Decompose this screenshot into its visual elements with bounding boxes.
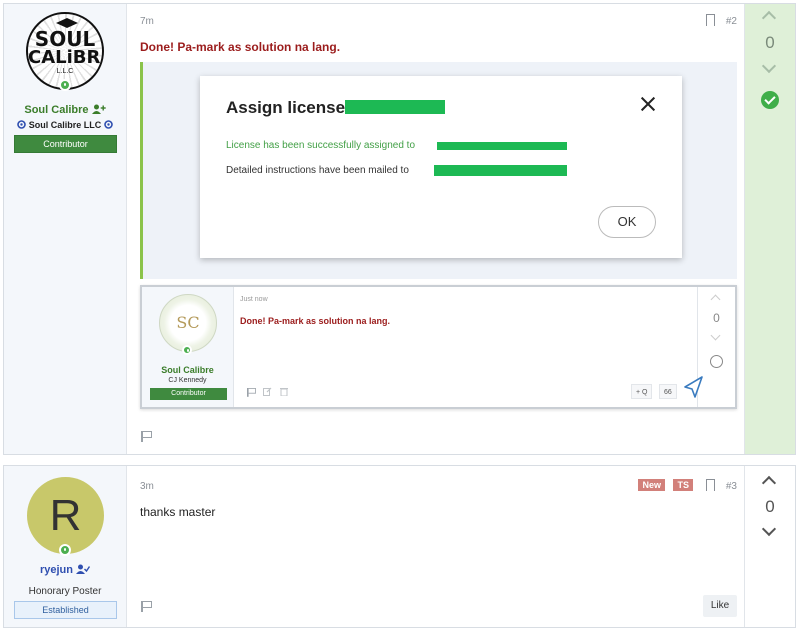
downvote-icon[interactable] (761, 521, 777, 537)
bookmark-icon[interactable] (706, 479, 715, 492)
vote-count: 0 (765, 33, 775, 52)
embedded-downvote-icon (710, 330, 721, 341)
downvote-icon[interactable] (761, 58, 777, 74)
username-link[interactable]: Soul Calibre (24, 104, 88, 116)
post-2: SOUL CALiBRE L.L.C Soul Calibre Soul Cal… (3, 3, 796, 455)
post-body: 3m New TS #3 thanks master Like (127, 466, 745, 627)
embedded-banner: Contributor (150, 388, 227, 400)
pointer-cursor-icon (684, 376, 703, 398)
dialog-title: Assign license: (226, 98, 351, 117)
user-banner-established: Established (14, 601, 117, 619)
verified-user-icon[interactable] (76, 564, 91, 574)
user-banner-contributor: Contributor (14, 135, 117, 153)
user-title: Honorary Poster (28, 586, 102, 597)
embedded-timestamp: Just now (240, 296, 268, 303)
user-cell: R ryejun Honorary Poster Established (4, 466, 127, 627)
redaction-bar (345, 100, 445, 114)
like-button[interactable]: Like (703, 595, 737, 617)
avatar-monogram: SC (176, 313, 200, 332)
embedded-username: Soul Calibre (161, 365, 214, 375)
dialog-mail-line: Detailed instructions have been mailed t… (226, 165, 409, 176)
redaction-bar (437, 142, 567, 150)
bookmark-icon[interactable] (706, 14, 715, 27)
upvote-icon[interactable] (761, 10, 777, 26)
dialog-success-line: License has been successfully assigned t… (226, 140, 416, 151)
logo-text-line1: SOUL (34, 27, 96, 51)
vote-count: 0 (765, 497, 775, 516)
vote-cell: 0 (744, 4, 795, 454)
online-status-icon (59, 544, 71, 556)
user-title-row: Soul Calibre LLC (4, 120, 126, 130)
embedded-avatar: SC (159, 294, 217, 352)
upvote-icon[interactable] (761, 475, 777, 491)
embedded-user-title: CJ Kennedy (168, 377, 207, 384)
post-3: R ryejun Honorary Poster Established 3m … (3, 465, 796, 628)
add-user-icon[interactable] (91, 104, 106, 114)
vote-cell: 0 (744, 466, 795, 627)
post-body: 7m #2 Done! Pa-mark as solution na lang.… (127, 4, 745, 454)
logo-text-line2: CALiBRE (28, 47, 102, 68)
badge-ts: TS (673, 479, 693, 491)
embedded-solution-icon (710, 355, 723, 368)
avatar[interactable]: R (27, 477, 104, 554)
report-flag-icon[interactable] (141, 431, 152, 442)
username-row: Soul Calibre (4, 104, 126, 116)
embedded-reply-button: 66 (659, 384, 677, 399)
embedded-post-screenshot[interactable]: SC Soul Calibre CJ Kennedy Contributor J… (140, 285, 737, 409)
embedded-user-cell: SC Soul Calibre CJ Kennedy Contributor (142, 287, 234, 407)
post-message: Done! Pa-mark as solution na lang. (140, 40, 341, 54)
assign-license-dialog: Assign license: License has been success… (200, 76, 682, 258)
post-timestamp[interactable]: 3m (140, 481, 154, 492)
embedded-vote-count: 0 (713, 311, 720, 325)
post-message: thanks master (140, 505, 216, 519)
ring-icon (17, 120, 27, 129)
username-row: ryejun (4, 564, 126, 576)
edit-icon (263, 387, 272, 396)
ring-icon (103, 120, 113, 129)
dialog-ok-button: OK (598, 206, 656, 238)
logo-text-line3: L.L.C (56, 68, 74, 75)
post-number[interactable]: #3 (726, 481, 737, 492)
post-number[interactable]: #2 (726, 16, 737, 27)
trash-icon (280, 388, 288, 396)
flag-icon (247, 388, 256, 397)
report-flag-icon[interactable] (141, 601, 152, 612)
badge-new: New (638, 479, 665, 491)
online-status-icon (59, 79, 71, 91)
embedded-upvote-icon (710, 294, 721, 305)
screenshot-attachment[interactable]: Assign license: License has been success… (140, 62, 737, 279)
solution-check-icon[interactable] (761, 91, 779, 109)
redaction-bar (434, 165, 567, 176)
user-title: Soul Calibre LLC (28, 120, 102, 130)
close-icon (640, 96, 656, 112)
online-status-icon (182, 345, 192, 355)
username-link[interactable]: ryejun (40, 564, 73, 576)
embedded-quote-button: + Q (631, 384, 653, 399)
post-timestamp[interactable]: 7m (140, 16, 154, 27)
embedded-message: Done! Pa-mark as solution na lang. (240, 316, 391, 326)
user-cell: SOUL CALiBRE L.L.C Soul Calibre Soul Cal… (4, 4, 127, 454)
